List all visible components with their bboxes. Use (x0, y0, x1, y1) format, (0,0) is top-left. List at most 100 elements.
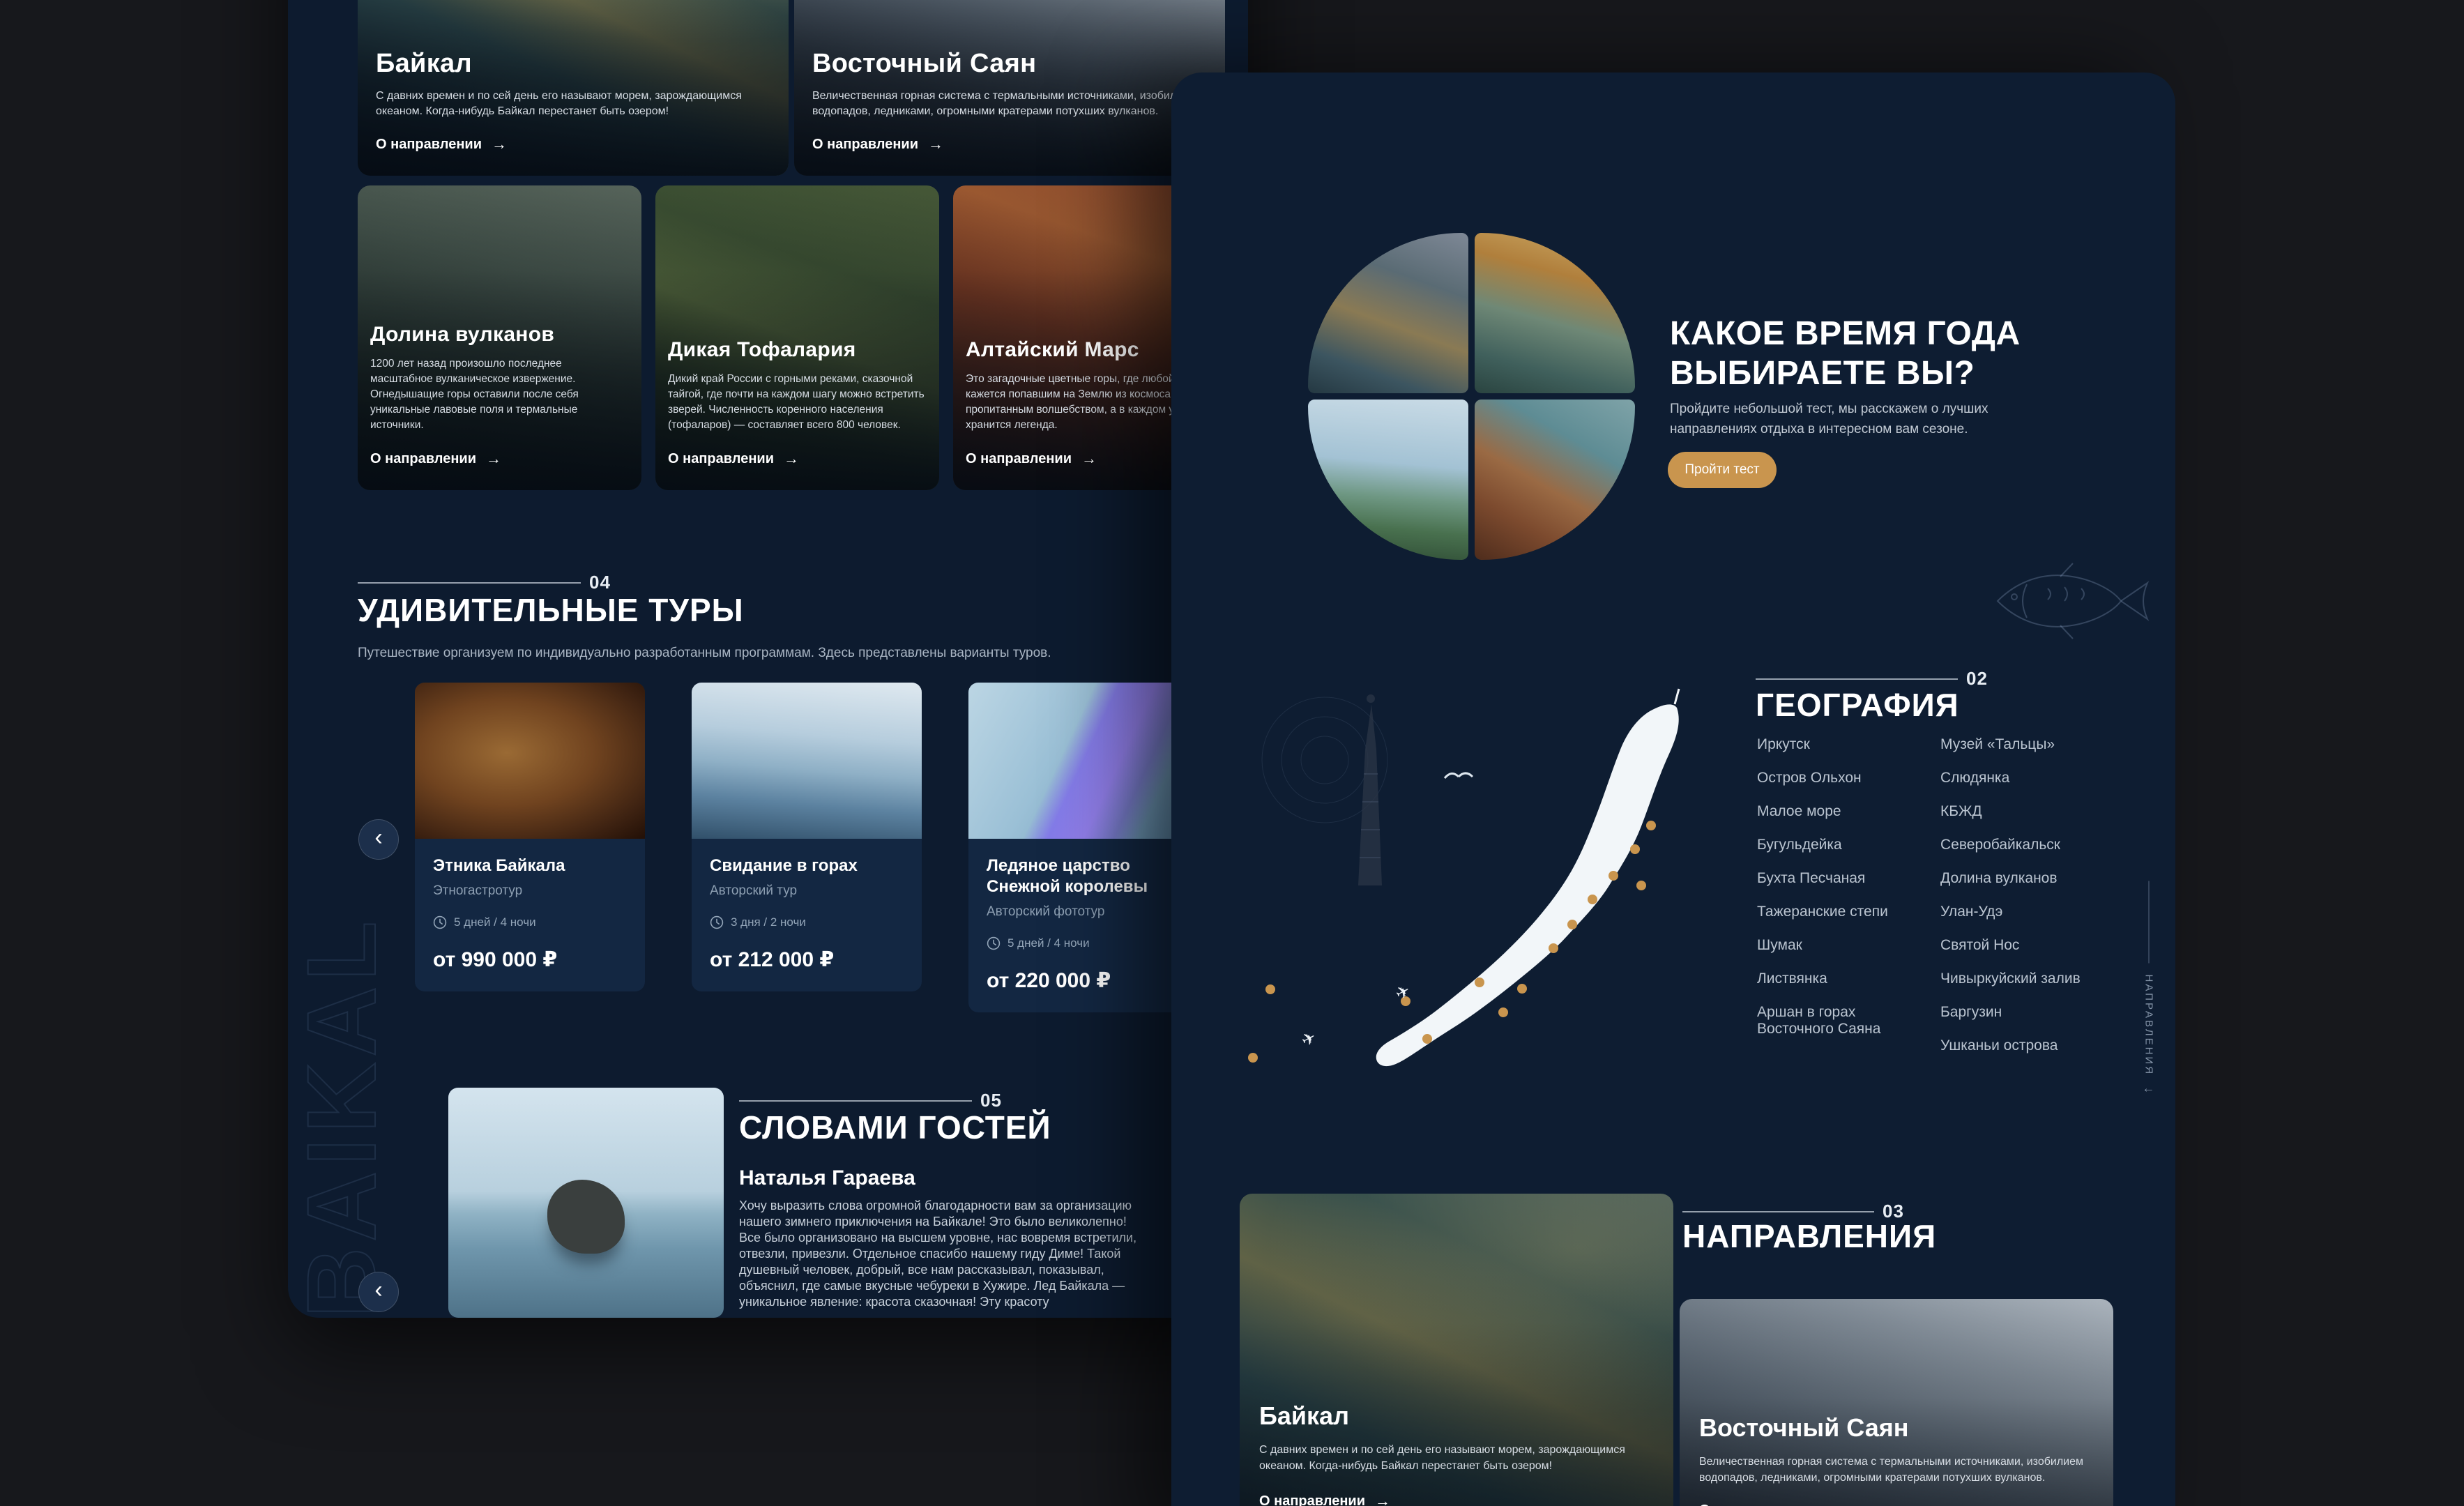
season-photo-autumn-pond (1475, 233, 1635, 393)
seasons-photo-collage (1308, 233, 1635, 560)
tour-card-ice-kingdom[interactable]: Ледяное царство Снежной королевы Авторск… (968, 683, 1199, 1012)
geography-item[interactable]: Баргузин (1940, 1004, 2157, 1021)
arrow-right-icon: → (492, 135, 507, 153)
screenshot-canvas: Байкал С давних времен и по сей день его… (0, 0, 2464, 1506)
geography-item[interactable]: Аршан в горах Восточного Саяна (1757, 1004, 1928, 1037)
section-line (739, 1100, 972, 1102)
fish-lineart-decoration (1978, 554, 2157, 648)
destination-link[interactable]: О направлении → (1699, 1501, 2094, 1506)
section-line (358, 582, 581, 584)
review-text: Хочу выразить слова огромной благодарнос… (739, 1198, 1139, 1310)
arrow-right-icon: → (1375, 1492, 1390, 1506)
chevron-left-icon: ‹ (374, 1278, 382, 1302)
geography-item[interactable]: Долина вулканов (1940, 870, 2157, 887)
direction-card-sayan[interactable]: Восточный Саян Величественная горная сис… (1680, 1299, 2113, 1506)
tour-type: Авторский тур (710, 883, 904, 899)
destination-card-baikal[interactable]: Байкал С давних времен и по сей день его… (358, 0, 789, 176)
destination-card-tofalaria[interactable]: Дикая Тофалария Дикий край России с горн… (655, 185, 939, 490)
geography-column-1: Иркутск Остров Ольхон Малое море Бугульд… (1757, 736, 1928, 1054)
season-photo-winter-shore (1308, 233, 1468, 393)
clock-icon (710, 915, 724, 929)
bird-icon (1445, 773, 1473, 778)
geography-item[interactable]: Слюдянка (1940, 770, 2157, 786)
page-left: Байкал С давних времен и по сей день его… (288, 0, 1248, 1318)
tour-type: Авторский фототур (987, 904, 1180, 920)
season-photo-aerial-coast (1475, 400, 1635, 560)
section-title-tours: УДИВИТЕЛЬНЫЕ ТУРЫ (358, 591, 744, 629)
tour-title: Этника Байкала (433, 855, 627, 876)
reviews-carousel-prev-button[interactable]: ‹ (358, 1272, 399, 1312)
destination-link[interactable]: О направлении→ (668, 450, 927, 468)
baikal-watermark: BAIKAL (288, 885, 398, 1318)
tour-price: от 990 000 ₽ (433, 948, 627, 972)
tour-price: от 220 000 ₽ (987, 968, 1180, 993)
quiz-subtitle: Пройдите небольшой тест, мы расскажем о … (1670, 399, 2011, 439)
geography-column-2: Музей «Тальцы» Слюдянка КБЖД Северобайка… (1940, 736, 2157, 1071)
geography-item[interactable]: Бугульдейка (1757, 837, 1928, 853)
geography-item[interactable]: Музей «Тальцы» (1940, 736, 2157, 753)
section-title-reviews: СЛОВАМИ ГОСТЕЙ (739, 1109, 1051, 1146)
quiz-start-button[interactable]: Пройти тест (1668, 452, 1777, 488)
destination-link[interactable]: О направлении→ (370, 450, 629, 468)
section-subtitle-tours: Путешествие организуем по индивидуально … (358, 646, 1051, 661)
direction-card-baikal[interactable]: Байкал С давних времен и по сей день его… (1240, 1194, 1673, 1506)
destination-link[interactable]: О направлении → (1259, 1492, 1654, 1506)
tour-photo (415, 683, 645, 839)
tour-title: Ледяное царство Снежной королевы (987, 855, 1180, 897)
side-scroll-nav[interactable]: НАПРАВЛЕНИЯ ↓ (2142, 881, 2157, 1118)
destination-title: Байкал (1259, 1401, 1654, 1431)
review-author: Наталья Гараева (739, 1166, 915, 1190)
geography-item[interactable]: Ушканьи острова (1940, 1037, 2157, 1054)
section-line (1682, 1211, 1874, 1212)
geography-item[interactable]: Малое море (1757, 803, 1928, 820)
destination-title: Восточный Саян (812, 49, 1207, 79)
nav-label: НАПРАВЛЕНИЯ (2143, 975, 2155, 1077)
geography-item[interactable]: Чивыркуйский залив (1940, 971, 2157, 987)
clock-icon (433, 915, 447, 929)
geography-item[interactable]: Тажеранские степи (1757, 904, 1928, 920)
section-line (1756, 678, 1958, 680)
geography-item[interactable]: Иркутск (1757, 736, 1928, 753)
destination-description: С давних времен и по сей день его называ… (1259, 1442, 1654, 1474)
destination-card-sayan[interactable]: Восточный Саян Величественная горная сис… (794, 0, 1225, 176)
arrow-right-icon: → (928, 135, 943, 153)
section-title-geography: ГЕОГРАФИЯ (1756, 686, 1959, 724)
clock-icon (987, 936, 1001, 950)
tour-photo (968, 683, 1199, 839)
geography-item[interactable]: Остров Ольхон (1757, 770, 1928, 786)
arrow-right-icon: → (1081, 450, 1097, 468)
section-number: 04 (589, 572, 611, 593)
destination-link[interactable]: О направлении→ (812, 135, 1207, 153)
tower-illustration (1358, 694, 1382, 885)
tour-photo (692, 683, 922, 839)
geography-item[interactable]: Листвянка (1757, 971, 1928, 987)
tour-type: Этногастротур (433, 883, 627, 899)
geography-item[interactable]: Святой Нос (1940, 937, 2157, 954)
link-label: О направлении (370, 451, 476, 467)
destination-description: Дикий край России с горными реками, сказ… (668, 372, 927, 433)
geography-item[interactable]: Шумак (1757, 937, 1928, 954)
review-photo (448, 1088, 724, 1318)
arrow-right-icon: → (1815, 1501, 1830, 1506)
geography-item[interactable]: КБЖД (1940, 803, 2157, 820)
destination-title: Дикая Тофалария (668, 338, 927, 362)
destination-title: Байкал (376, 49, 770, 79)
destination-link[interactable]: О направлении→ (376, 135, 770, 153)
section-title-directions: НАПРАВЛЕНИЯ (1682, 1217, 1936, 1255)
link-label: О направлении (1259, 1493, 1365, 1506)
destination-card-volcano-valley[interactable]: Долина вулканов 1200 лет назад произошло… (358, 185, 641, 490)
chevron-left-icon: ‹ (374, 826, 382, 849)
link-label: О направлении (1699, 1503, 1805, 1506)
geography-item[interactable]: Северобайкальск (1940, 837, 2157, 853)
geography-item[interactable]: Бухта Песчаная (1757, 870, 1928, 887)
tours-carousel-prev-button[interactable]: ‹ (358, 819, 399, 860)
tour-card-etnika[interactable]: Этника Байкала Этногастротур 5 дней / 4 … (415, 683, 645, 991)
season-photo-summer-tree (1308, 400, 1468, 560)
destination-title: Восточный Саян (1699, 1413, 2094, 1443)
tour-card-svidanie[interactable]: Свидание в горах Авторский тур 3 дня / 2… (692, 683, 922, 991)
tour-duration: 3 дня / 2 ночи (731, 915, 806, 929)
quiz-title: КАКОЕ ВРЕМЯ ГОДА ВЫБИРАЕТЕ ВЫ? (1670, 314, 2032, 393)
tour-duration: 5 дней / 4 ночи (454, 915, 536, 929)
destination-description: Величественная горная система с термальн… (1699, 1454, 2094, 1486)
geography-item[interactable]: Улан-Удэ (1940, 904, 2157, 920)
